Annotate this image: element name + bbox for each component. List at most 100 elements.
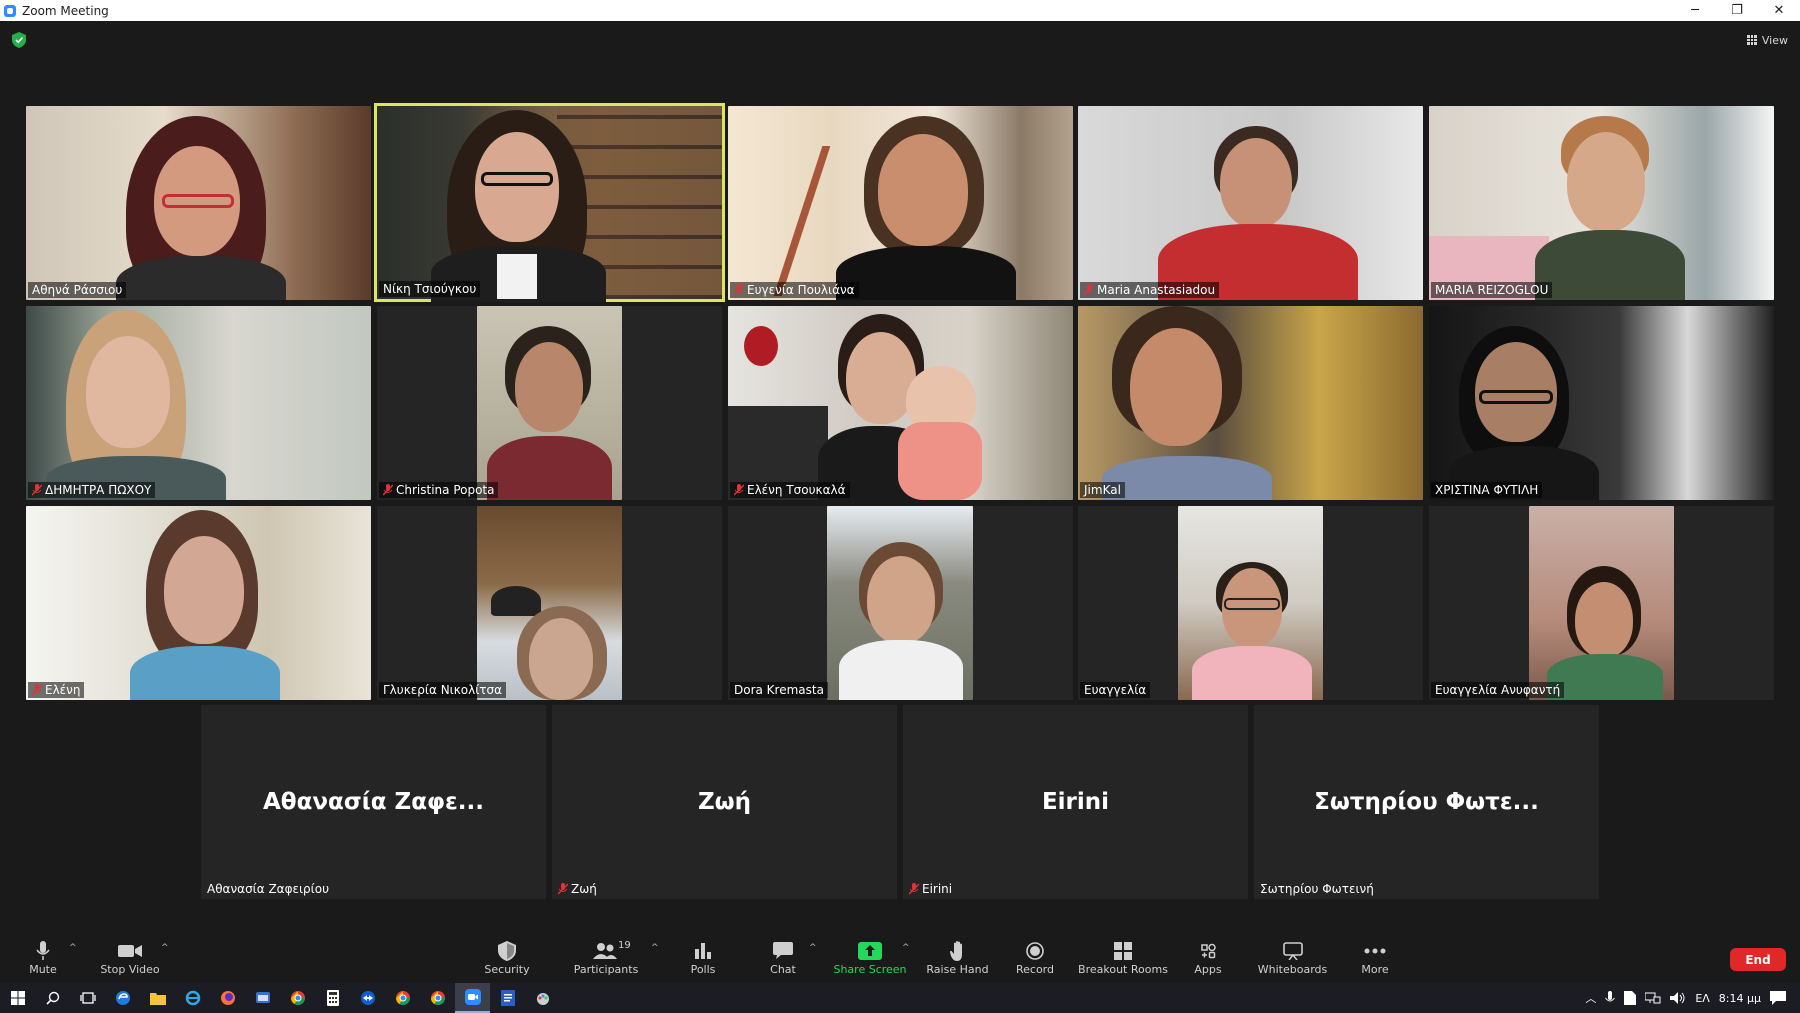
taskbar-calculator[interactable] (315, 983, 350, 1013)
muted-mic-icon (558, 883, 568, 895)
paint-icon (536, 993, 549, 1005)
whiteboards-button[interactable]: Whiteboards (1255, 928, 1330, 982)
meeting-toolbar: Mute ^ Stop Video ^ Security Participant… (0, 928, 1800, 982)
participant-name-label: Σωτηρίου Φωτεινή (1260, 882, 1374, 896)
audio-participant-tile[interactable]: Ζωή Ζωή (552, 705, 897, 899)
system-tray: ︿ ΕΛ 8:14 μμ (1585, 983, 1800, 1013)
whiteboards-label: Whiteboards (1257, 963, 1328, 976)
participant-tile[interactable]: Ευαγγελία Ανυφαντή (1429, 506, 1774, 700)
volume-icon[interactable] (1670, 991, 1686, 1005)
audio-options-caret-icon[interactable]: ^ (69, 943, 77, 953)
participant-tile-active-speaker[interactable]: Νίκη Τσιούγκου (374, 103, 725, 302)
security-button[interactable]: Security (482, 928, 532, 982)
participant-tile[interactable]: Christina Popota (377, 306, 722, 500)
taskbar-app-blue[interactable] (245, 983, 280, 1013)
tray-document-icon[interactable] (1624, 991, 1637, 1005)
task-view-icon (79, 992, 96, 1004)
input-language-indicator[interactable]: ΕΛ (1695, 992, 1709, 1005)
stop-video-label: Stop Video (100, 963, 160, 976)
edge-browser-icon (115, 991, 130, 1005)
taskbar-paint-app[interactable] (525, 983, 560, 1013)
participant-display-name: Σωτηρίου Φωτε... (1314, 789, 1539, 815)
taskbar-search-button[interactable] (35, 983, 70, 1013)
record-button[interactable]: Record (1015, 928, 1055, 982)
taskbar-chrome[interactable] (280, 983, 315, 1013)
show-hidden-icons-chevron-icon[interactable]: ︿ (1585, 990, 1596, 1006)
participants-options-caret-icon[interactable]: ^ (651, 943, 659, 953)
breakout-rooms-button[interactable]: Breakout Rooms (1078, 928, 1168, 982)
notifications-icon[interactable] (1770, 991, 1786, 1005)
raise-hand-button[interactable]: Raise Hand (925, 928, 990, 982)
audio-participant-tile[interactable]: Eirini Eirini (903, 705, 1248, 899)
raise-hand-label: Raise Hand (926, 963, 989, 976)
participants-label: Participants (573, 963, 639, 976)
participant-tile[interactable]: Ευγενία Πουλιάνα (728, 106, 1073, 300)
participant-video (827, 506, 973, 700)
participant-tile[interactable]: ΧΡΙΣΤΙΝΑ ΦΥΤΙΛΗ (1429, 306, 1774, 500)
participant-tile[interactable]: MARIA REIZOGLOU (1429, 106, 1774, 300)
participant-tile[interactable]: Ελένη (26, 506, 371, 700)
participant-video (377, 106, 722, 302)
share-screen-arrow-icon (858, 942, 882, 960)
participant-name-label: Maria Anastasiadou (1080, 282, 1220, 298)
close-button[interactable]: ✕ (1758, 0, 1800, 21)
participant-name-label: JimKal (1080, 482, 1125, 498)
participant-tile[interactable]: Αθηνά Ράσσιου (26, 106, 371, 300)
minimize-button[interactable]: ─ (1674, 0, 1716, 21)
share-screen-button[interactable]: Share Screen (830, 928, 910, 982)
chat-options-caret-icon[interactable]: ^ (809, 943, 817, 953)
participant-tile[interactable]: JimKal (1078, 306, 1423, 500)
restore-button[interactable]: ❐ (1716, 0, 1758, 21)
participants-button[interactable]: Participants (574, 928, 638, 982)
task-view-button[interactable] (70, 983, 105, 1013)
view-button[interactable]: View (1746, 31, 1788, 49)
audio-participant-tile[interactable]: Αθανασία Ζαφε... Αθανασία Ζαφειρίου (201, 705, 546, 899)
participant-display-name: Eirini (1041, 789, 1110, 815)
chat-button[interactable]: Chat (763, 928, 803, 982)
share-options-caret-icon[interactable]: ^ (902, 943, 910, 953)
taskbar-chrome-2[interactable] (385, 983, 420, 1013)
system-clock[interactable]: 8:14 μμ (1719, 992, 1761, 1005)
windows-start-button[interactable] (0, 983, 35, 1013)
end-meeting-button[interactable]: End (1730, 948, 1786, 971)
participant-name-label: Αθανασία Ζαφειρίου (207, 882, 330, 896)
chrome-icon (395, 991, 410, 1005)
taskbar-word[interactable] (490, 983, 525, 1013)
taskbar-teamviewer[interactable] (350, 983, 385, 1013)
taskbar-file-explorer[interactable] (140, 983, 175, 1013)
apps-label: Apps (1194, 963, 1222, 976)
app-window-icon (255, 992, 270, 1003)
participant-tile[interactable]: ΔΗΜΗΤΡΑ ΠΩΧΟΥ (26, 306, 371, 500)
record-icon (1026, 942, 1044, 960)
teamviewer-icon (360, 991, 375, 1005)
participant-name-label: Αθηνά Ράσσιου (28, 282, 127, 298)
apps-button[interactable]: Apps (1188, 928, 1228, 982)
polls-button[interactable]: Polls (683, 928, 723, 982)
taskbar-edge-legacy[interactable] (105, 983, 140, 1013)
encryption-shield-icon[interactable] (12, 32, 26, 48)
participant-name-label: Dora Kremasta (730, 682, 828, 698)
more-button[interactable]: More (1355, 928, 1395, 982)
participant-tile[interactable]: Dora Kremasta (728, 506, 1073, 700)
taskbar-internet-explorer[interactable] (175, 983, 210, 1013)
video-options-caret-icon[interactable]: ^ (161, 943, 169, 953)
participant-video (728, 106, 1073, 300)
participant-name-label: Νίκη Τσιούγκου (379, 281, 481, 297)
taskbar-firefox[interactable] (210, 983, 245, 1013)
participant-tile[interactable]: Ελένη Τσουκαλά (728, 306, 1073, 500)
network-icon[interactable] (1645, 991, 1661, 1005)
taskbar-zoom[interactable] (455, 983, 490, 1013)
taskbar-chrome-3[interactable] (420, 983, 455, 1013)
participant-tile[interactable]: Ευαγγελία (1078, 506, 1423, 700)
participant-name-label: Ελένη (28, 682, 85, 698)
participant-video (728, 306, 1073, 500)
mute-button[interactable]: Mute (18, 928, 68, 982)
stop-video-button[interactable]: Stop Video (98, 928, 162, 982)
tray-microphone-icon[interactable] (1605, 991, 1616, 1005)
video-camera-icon (118, 945, 142, 957)
firefox-icon (220, 991, 235, 1005)
participant-tile[interactable]: Maria Anastasiadou (1078, 106, 1423, 300)
participant-tile[interactable]: Γλυκερία Νικολίτσα (377, 506, 722, 700)
audio-participant-tile[interactable]: Σωτηρίου Φωτε... Σωτηρίου Φωτεινή (1254, 705, 1599, 899)
participant-name-label: Γλυκερία Νικολίτσα (379, 682, 507, 698)
